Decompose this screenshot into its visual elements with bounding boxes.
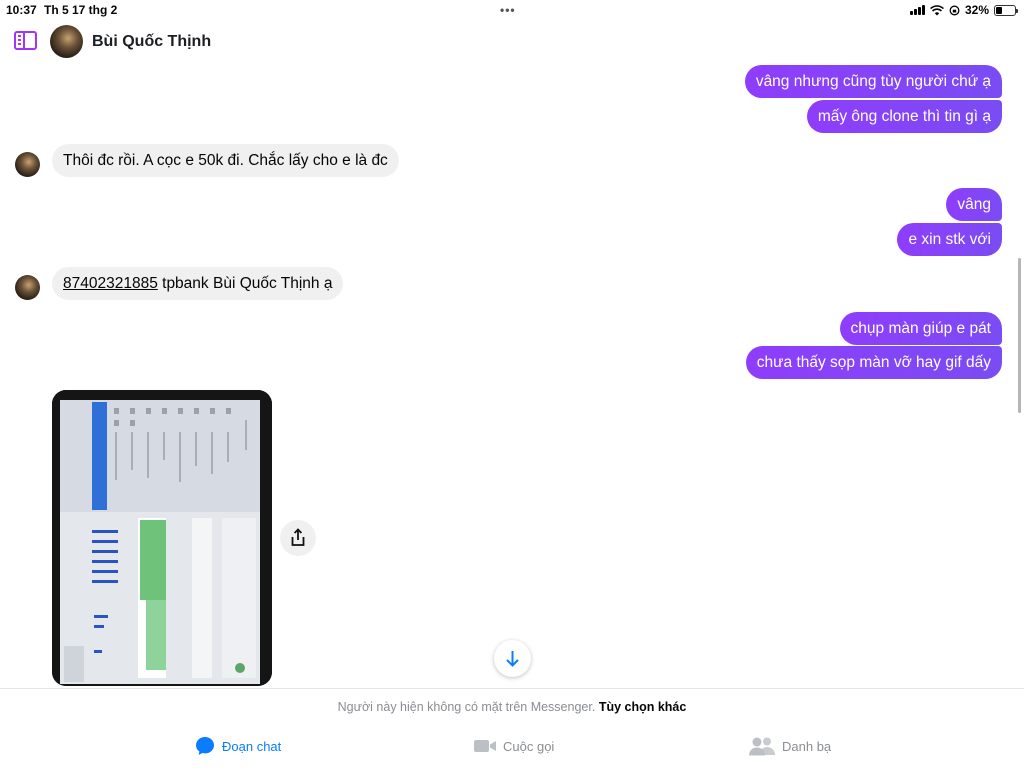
- video-camera-icon: [474, 740, 496, 752]
- outgoing-message[interactable]: vâng: [946, 188, 1002, 221]
- outgoing-message[interactable]: mấy ông clone thì tin gì ạ: [806, 100, 1002, 133]
- orientation-lock-icon: [949, 5, 960, 15]
- sidebar-toggle-icon[interactable]: [14, 31, 37, 50]
- tab-bar: Đoạn chat Cuộc gọi Danh bạ: [0, 724, 1024, 768]
- scroll-to-bottom-button[interactable]: [494, 640, 531, 677]
- account-number-link[interactable]: 87402321885: [63, 275, 158, 292]
- status-date: Th 5 17 thg 2: [44, 3, 118, 17]
- availability-notice: Người này hiện không có mặt trên Messeng…: [0, 688, 1024, 724]
- contact-name[interactable]: Bùi Quốc Thịnh: [92, 33, 211, 51]
- status-bar: 10:37 Th 5 17 thg 2 ••• 32%: [0, 0, 1024, 20]
- outgoing-message[interactable]: e xin stk với: [897, 223, 1002, 256]
- wifi-icon: [930, 4, 944, 15]
- share-button[interactable]: [280, 520, 316, 556]
- contact-avatar[interactable]: [50, 25, 83, 58]
- incoming-message[interactable]: 87402321885 tpbank Bùi Quốc Thịnh ạ: [52, 267, 344, 300]
- more-options-link[interactable]: Tùy chọn khác: [599, 700, 687, 714]
- scrollbar[interactable]: [1018, 258, 1021, 413]
- photo-content: [52, 390, 272, 686]
- sender-avatar[interactable]: [15, 275, 40, 300]
- arrow-down-icon: [506, 651, 519, 667]
- incoming-message[interactable]: Thôi đc rồi. A cọc e 50k đi. Chắc lấy ch…: [52, 144, 399, 177]
- tab-label: Đoạn chat: [222, 738, 282, 754]
- outgoing-message[interactable]: vâng nhưng cũng tùy người chứ ạ: [744, 65, 1002, 98]
- photo-attachment[interactable]: [52, 390, 272, 686]
- tab-contacts[interactable]: Danh bạ: [748, 724, 831, 768]
- status-time: 10:37: [6, 3, 37, 17]
- cellular-signal-icon: [909, 5, 925, 15]
- battery-icon: [994, 4, 1018, 16]
- outgoing-message[interactable]: chưa thấy sọp màn vỡ hay gif dấy: [745, 346, 1002, 379]
- tab-calls[interactable]: Cuộc gọi: [473, 724, 554, 768]
- tab-label: Danh bạ: [782, 738, 832, 754]
- notice-text: Người này hiện không có mặt trên Messeng…: [337, 700, 596, 714]
- multitasking-dots-icon[interactable]: •••: [500, 3, 516, 17]
- share-icon: [291, 528, 305, 546]
- sender-avatar[interactable]: [15, 152, 40, 177]
- chat-bubble-icon: [196, 737, 214, 755]
- outgoing-message[interactable]: chụp màn giúp e pát: [839, 312, 1002, 345]
- message-text: tpbank Bùi Quốc Thịnh ạ: [157, 275, 333, 292]
- people-icon: [749, 737, 775, 756]
- tab-chats[interactable]: Đoạn chat: [194, 724, 281, 768]
- tab-label: Cuộc gọi: [503, 738, 555, 754]
- battery-percent: 32%: [964, 3, 989, 17]
- conversation-header: Bùi Quốc Thịnh: [0, 20, 1024, 64]
